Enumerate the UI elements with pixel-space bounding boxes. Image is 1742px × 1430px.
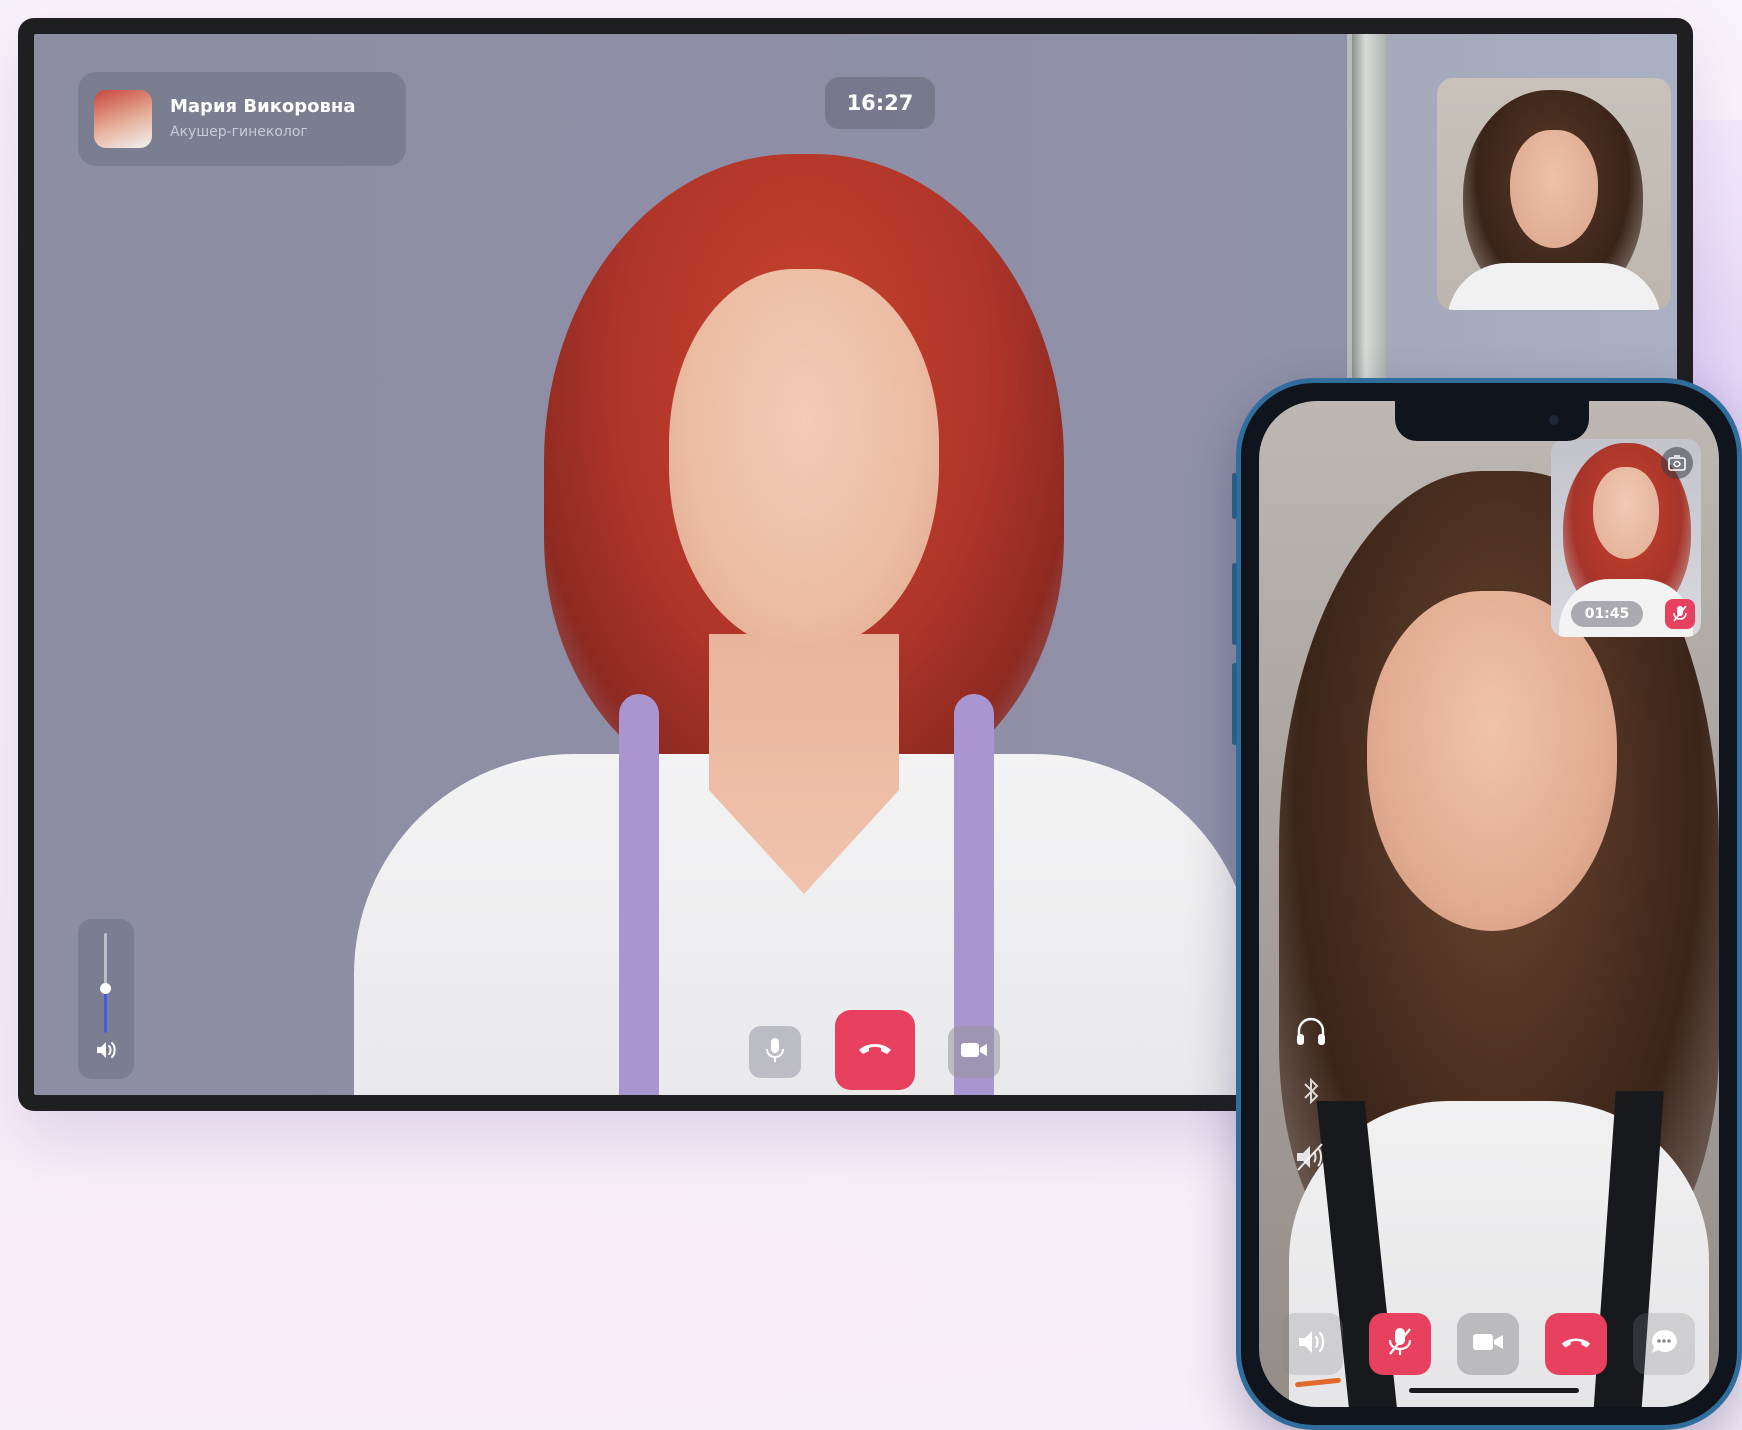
avatar [94,90,152,148]
phone-volume-down [1232,663,1237,745]
mic-off-icon [1665,599,1695,629]
mobile-video-call-screen: 01:45 [1259,401,1719,1407]
camera-toggle-button[interactable] [1457,1313,1519,1375]
volume-control [78,919,134,1079]
speaker-off-icon[interactable] [1289,1135,1333,1179]
phone-notch [1395,401,1589,441]
video-camera-icon [1472,1331,1504,1357]
bluetooth-icon[interactable] [1289,1069,1333,1113]
end-call-button[interactable] [1545,1313,1607,1375]
end-call-button[interactable] [835,1010,915,1090]
mute-button[interactable] [1369,1313,1431,1375]
self-view-video[interactable] [1437,78,1671,310]
chat-icon [1649,1327,1679,1361]
caller-name: Мария Викоровна [170,96,356,117]
caller-info-card: Мария Викоровна Акушер-гинеколог [78,72,406,166]
speaker-icon[interactable] [92,1039,120,1063]
volume-slider-fill [104,988,107,1033]
speaker-icon [1296,1328,1328,1360]
headphones-icon[interactable] [1289,1009,1333,1053]
pip-call-timer: 01:45 [1571,601,1643,627]
microphone-icon [764,1036,786,1068]
speaker-button[interactable] [1281,1313,1343,1375]
camera-flip-icon[interactable] [1661,447,1693,479]
phone-side-button [1232,473,1237,519]
mic-off-icon [1387,1326,1413,1362]
phone-volume-up [1232,563,1237,645]
home-indicator[interactable] [1409,1388,1579,1393]
phone-hangup-icon [857,1039,893,1061]
caller-role: Акушер-гинеколог [170,124,308,140]
volume-slider-thumb[interactable] [100,983,111,994]
pip-remote-video[interactable]: 01:45 [1551,439,1701,637]
camera-toggle-button[interactable] [948,1026,1000,1078]
mobile-phone: 01:45 [1232,378,1742,1430]
remote-video-doctor [354,134,1254,1095]
phone-hangup-icon [1560,1334,1592,1354]
call-timer: 16:27 [825,77,935,129]
video-camera-icon [960,1040,988,1064]
chat-button[interactable] [1633,1313,1695,1375]
mute-button[interactable] [749,1026,801,1078]
